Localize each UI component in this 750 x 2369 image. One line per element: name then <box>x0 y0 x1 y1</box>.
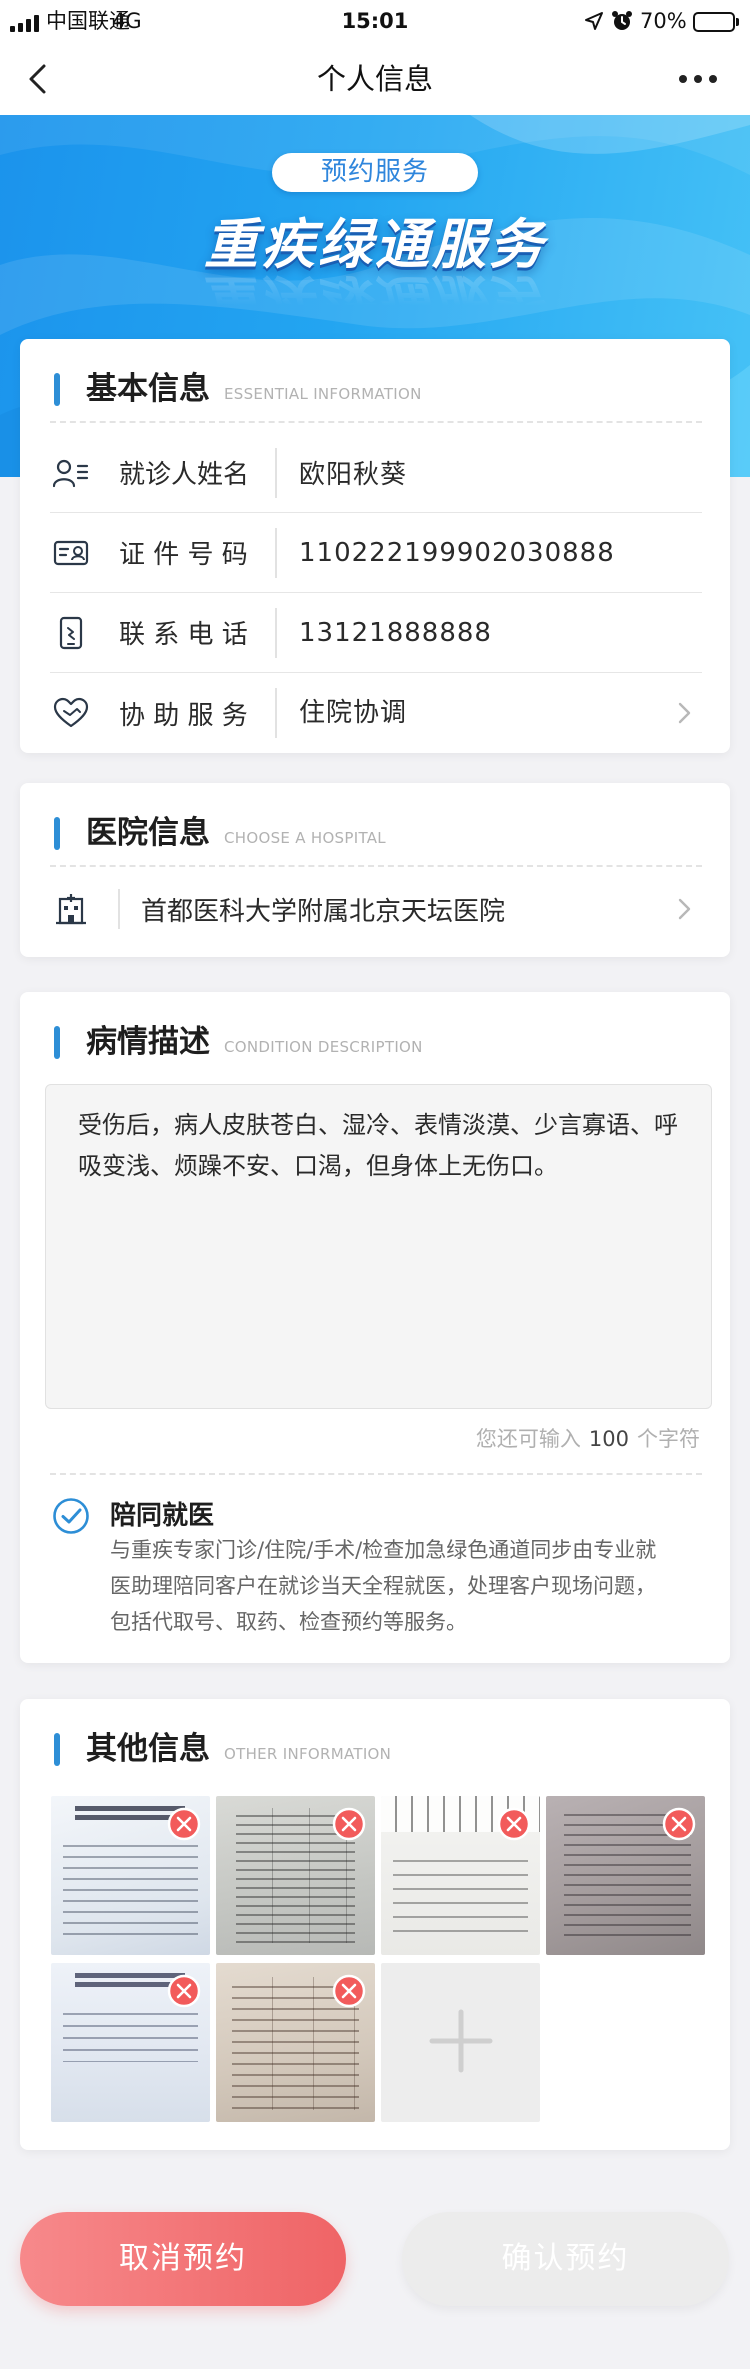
assist-service-select[interactable]: 住院协调 <box>299 693 672 733</box>
section-subtitle: CONDITION DESCRIPTION <box>224 1037 423 1056</box>
section-title: 其他信息 <box>86 1731 210 1767</box>
dashed-divider <box>50 421 702 423</box>
id-card-icon <box>50 532 92 574</box>
photo-thumbnail[interactable] <box>381 1796 540 1955</box>
basic-info-rows: 就诊人姓名 证 件 号 码 <box>50 433 702 753</box>
hospital-select-row[interactable]: 首都医科大学附属北京天坛医院 <box>50 873 702 945</box>
condition-card: 病情描述 CONDITION DESCRIPTION 受伤后，病人皮肤苍白、湿冷… <box>20 992 730 1663</box>
section-header: 医院信息 CHOOSE A HOSPITAL <box>54 817 386 850</box>
section-subtitle: OTHER INFORMATION <box>224 1744 392 1763</box>
escort-description-line: 与重疾专家门诊/住院/手术/检查加急绿色通道同步由专业就 <box>110 1538 657 1562</box>
photo-thumbnail[interactable] <box>546 1796 705 1955</box>
more-icon[interactable] <box>676 68 720 90</box>
id-number-field[interactable] <box>299 532 702 573</box>
dashed-divider <box>50 865 702 867</box>
close-icon[interactable] <box>662 1807 696 1841</box>
confirm-appointment-button[interactable]: 确认预约 <box>402 2212 729 2306</box>
plus-icon <box>426 2006 496 2080</box>
location-arrow-icon <box>584 11 604 31</box>
photo-thumbnail[interactable] <box>216 1796 375 1955</box>
section-title: 病情描述 <box>86 1024 210 1060</box>
hospital-name: 首都医科大学附属北京天坛医院 <box>141 896 506 927</box>
dashed-divider <box>50 1473 702 1475</box>
escort-checkbox[interactable] <box>52 1497 90 1535</box>
service-badge: 预约服务 <box>272 153 478 192</box>
other-info-card: 其他信息 OTHER INFORMATION <box>20 1699 730 2150</box>
accent-bar <box>54 1026 60 1059</box>
field-divider <box>118 889 120 929</box>
battery-icon <box>693 12 739 32</box>
counter-suffix: 个字符 <box>637 1427 700 1451</box>
close-icon[interactable] <box>332 1807 366 1841</box>
alarm-clock-icon <box>611 10 633 32</box>
accent-bar <box>54 373 60 406</box>
field-divider <box>275 447 277 498</box>
field-label: 联 系 电 话 <box>119 620 248 650</box>
counter-prefix: 您还可输入 <box>475 1427 581 1451</box>
patient-name-field[interactable] <box>299 452 702 493</box>
chevron-right-icon <box>672 897 696 921</box>
photo-thumbnail[interactable] <box>216 1963 375 2122</box>
hospital-info-card: 医院信息 CHOOSE A HOSPITAL 首都医科大学附属北京天坛医院 <box>20 783 730 957</box>
basic-info-card: 基本信息 ESSENTIAL INFORMATION 就诊人姓名 欧阳秋葵 证 … <box>20 339 730 753</box>
field-label: 证 件 号 码 <box>119 540 248 570</box>
close-icon[interactable] <box>332 1974 366 2008</box>
cancel-appointment-button[interactable]: 取消预约 <box>20 2212 346 2306</box>
section-header: 病情描述 CONDITION DESCRIPTION <box>54 1026 423 1059</box>
counter-value: 100 <box>588 1427 629 1451</box>
accent-bar <box>54 1733 60 1766</box>
character-counter: 您还可输入 100 个字符 <box>476 1424 700 1454</box>
user-icon <box>50 452 92 494</box>
hospital-icon <box>50 888 92 930</box>
field-divider <box>275 527 277 578</box>
escort-description: 与重疾专家门诊/住院/手术/检查加急绿色通道同步由专业就 医助理陪同客户在就诊当… <box>110 1532 710 1640</box>
escort-description-line: 医助理陪同客户在就诊当天全程就医，处理客户现场问题， <box>110 1574 656 1598</box>
photo-thumbnail[interactable] <box>51 1796 210 1955</box>
battery-percent: 70% <box>640 9 687 33</box>
app-screen: 中国联通 4G 15:01 70% 个人信息 预约服务 重疾绿通服务 重疾绿通服… <box>0 0 750 2369</box>
add-photo-button[interactable] <box>381 1963 540 2122</box>
hero-title-reflection: 重疾绿通服务 <box>204 268 546 331</box>
field-divider <box>275 607 277 658</box>
condition-description-input[interactable]: 受伤后，病人皮肤苍白、湿冷、表情淡漠、少言寡语、呼吸变浅、烦躁不安、口渴，但身体… <box>45 1084 712 1409</box>
section-title: 医院信息 <box>86 815 210 851</box>
photo-thumbnail[interactable] <box>51 1963 210 2122</box>
close-icon[interactable] <box>167 1807 201 1841</box>
accent-bar <box>54 817 60 850</box>
section-header: 基本信息 ESSENTIAL INFORMATION <box>54 373 422 406</box>
escort-description-line: 包括代取号、取药、检查预约等服务。 <box>110 1610 467 1634</box>
form-row-id-number: 证 件 号 码 <box>50 513 702 593</box>
close-icon[interactable] <box>497 1807 531 1841</box>
section-subtitle: ESSENTIAL INFORMATION <box>224 384 422 403</box>
nav-bar: 个人信息 <box>0 42 750 115</box>
phone-icon <box>50 612 92 654</box>
form-row-phone: 联 系 电 话 <box>50 593 702 673</box>
section-subtitle: CHOOSE A HOSPITAL <box>224 828 386 847</box>
field-label: 协 助 服 务 <box>119 700 248 731</box>
field-label: 就诊人姓名 <box>119 460 250 490</box>
close-icon[interactable] <box>167 1974 201 2008</box>
form-row-patient-name: 就诊人姓名 <box>50 433 702 513</box>
photo-grid <box>51 1796 731 2122</box>
phone-field[interactable] <box>299 612 702 653</box>
clock-time: 15:01 <box>341 9 409 33</box>
page-title: 个人信息 <box>316 62 433 96</box>
heart-hand-icon <box>50 692 92 734</box>
escort-title: 陪同就医 <box>110 1501 215 1531</box>
form-row-assist-service[interactable]: 协 助 服 务 住院协调 <box>50 673 702 753</box>
section-header: 其他信息 OTHER INFORMATION <box>54 1733 391 1766</box>
status-bar: 中国联通 4G 15:01 70% <box>0 0 750 42</box>
field-divider <box>275 688 277 738</box>
chevron-right-icon <box>672 701 696 725</box>
section-title: 基本信息 <box>86 371 210 407</box>
